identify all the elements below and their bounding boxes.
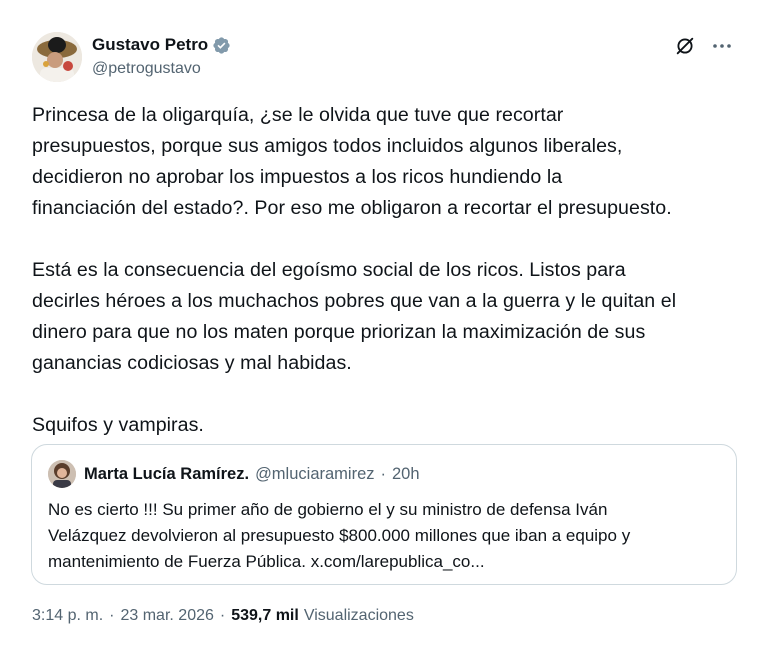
quote-time[interactable]: 20h	[392, 465, 420, 484]
quoted-tweet[interactable]: Marta Lucía Ramírez. @mluciaramirez · 20…	[31, 444, 737, 585]
tweet-text: Princesa de la oligarquía, ¿se le olvida…	[32, 100, 744, 441]
verified-badge-icon[interactable]	[212, 36, 231, 55]
tweet-header: Gustavo Petro @petrogustavo	[32, 30, 742, 86]
author-avatar[interactable]	[32, 32, 82, 82]
tweet-metadata: 3:14 p. m. · 23 mar. 2026 · 539,7 mil Vi…	[32, 607, 414, 625]
quote-author-name[interactable]: Marta Lucía Ramírez.	[84, 465, 249, 484]
quote-text: No es cierto !!! Su primer año de gobier…	[48, 500, 631, 571]
tweet-paragraph: Princesa de la oligarquía, ¿se le olvida…	[32, 104, 672, 219]
grok-icon[interactable]	[674, 35, 696, 57]
quote-separator: ·	[380, 464, 387, 483]
author-name[interactable]: Gustavo Petro	[92, 35, 208, 55]
views-count[interactable]: 539,7 mil	[231, 607, 299, 625]
tweet-date[interactable]: 23 mar. 2026	[120, 607, 213, 625]
tweet-paragraph: Squifos y vampiras.	[32, 414, 204, 436]
meta-separator: ·	[219, 607, 226, 624]
author-handle[interactable]: @petrogustavo	[92, 60, 231, 78]
quote-author-avatar[interactable]	[48, 460, 76, 488]
tweet-time[interactable]: 3:14 p. m.	[32, 607, 103, 625]
more-options-icon[interactable]	[710, 35, 734, 57]
views-label[interactable]: Visualizaciones	[304, 607, 414, 625]
tweet-paragraph: Está es la consecuencia del egoísmo soci…	[32, 259, 677, 374]
meta-separator: ·	[109, 607, 115, 624]
quote-author-handle[interactable]: @mluciaramirez	[255, 465, 374, 484]
